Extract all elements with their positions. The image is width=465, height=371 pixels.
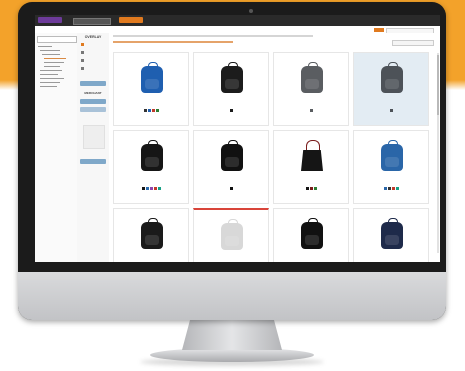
- color-swatches: [274, 109, 348, 112]
- preview-image: [83, 125, 105, 149]
- tree-item[interactable]: [40, 50, 60, 52]
- backpack-image[interactable]: [141, 218, 163, 249]
- nav-item-users[interactable]: [81, 67, 107, 70]
- people-icon: [81, 67, 84, 70]
- tree-item[interactable]: [40, 78, 64, 80]
- backpack-image[interactable]: [381, 218, 403, 249]
- camera-icon: [249, 9, 253, 13]
- box-icon: [81, 43, 84, 46]
- product-card[interactable]: [113, 208, 189, 262]
- tree-item[interactable]: [40, 70, 62, 72]
- monitor-stand: [182, 320, 282, 350]
- color-swatch[interactable]: [149, 187, 153, 190]
- tree-item-selected[interactable]: [44, 58, 66, 60]
- product-card[interactable]: [193, 52, 269, 126]
- color-swatch[interactable]: [155, 109, 159, 112]
- backpack-image[interactable]: [301, 62, 323, 93]
- primary-button[interactable]: [119, 17, 143, 23]
- color-swatch[interactable]: [309, 187, 313, 190]
- nav-title: OVERLAY: [84, 35, 102, 39]
- app-logo: [38, 17, 62, 23]
- backpack-image[interactable]: [301, 218, 323, 249]
- product-card[interactable]: [273, 208, 349, 262]
- filter-tag[interactable]: [374, 27, 384, 32]
- color-swatches: [354, 187, 428, 190]
- backpack-image[interactable]: [141, 140, 163, 171]
- color-swatches: [114, 109, 188, 112]
- color-swatches: [194, 109, 268, 112]
- breadcrumb: [113, 35, 313, 37]
- product-content: [109, 33, 440, 262]
- color-swatch[interactable]: [147, 109, 151, 112]
- product-grid: [113, 52, 435, 262]
- backpack-image[interactable]: [221, 140, 243, 171]
- color-swatches: [354, 109, 428, 112]
- product-card[interactable]: [353, 208, 429, 262]
- product-card[interactable]: [353, 130, 429, 204]
- color-swatch[interactable]: [313, 187, 317, 190]
- category-tree: [35, 33, 78, 262]
- catalog-select[interactable]: [73, 17, 111, 25]
- tree-item[interactable]: [38, 46, 52, 48]
- tree-item[interactable]: [44, 66, 60, 68]
- scrollbar-thumb[interactable]: [437, 55, 439, 115]
- product-card[interactable]: [113, 130, 189, 204]
- backpack-image[interactable]: [141, 62, 163, 93]
- app-screen: OVERLAY MERCHANT: [35, 15, 440, 262]
- color-swatch[interactable]: [141, 187, 145, 190]
- color-swatches: [114, 187, 188, 190]
- backpack-image[interactable]: [221, 219, 243, 250]
- tree-item[interactable]: [40, 82, 60, 84]
- sort-select[interactable]: [392, 40, 434, 46]
- color-swatches: [274, 187, 348, 190]
- monitor-chin: [18, 272, 446, 320]
- top-bar: [35, 15, 440, 26]
- merchant-option[interactable]: [80, 107, 106, 112]
- product-card[interactable]: [353, 52, 429, 126]
- color-swatches: [194, 187, 268, 190]
- tag-icon: [81, 51, 84, 54]
- nav-item-products[interactable]: [81, 43, 107, 46]
- tote-bag-image[interactable]: [301, 140, 323, 171]
- backpack-image[interactable]: [221, 62, 243, 93]
- color-swatch[interactable]: [305, 187, 309, 190]
- color-swatch[interactable]: [395, 187, 399, 190]
- color-swatch[interactable]: [229, 187, 233, 190]
- tree-item[interactable]: [40, 86, 57, 88]
- tree-item[interactable]: [44, 62, 64, 64]
- color-swatch[interactable]: [145, 187, 149, 190]
- apply-button[interactable]: [80, 159, 106, 164]
- monitor-base: [150, 348, 314, 362]
- product-card[interactable]: [193, 130, 269, 204]
- color-swatch[interactable]: [229, 109, 233, 112]
- color-swatch[interactable]: [309, 109, 313, 112]
- backpack-image[interactable]: [381, 140, 403, 171]
- tree-search-input[interactable]: [37, 36, 77, 43]
- color-swatch[interactable]: [143, 109, 147, 112]
- color-swatch[interactable]: [383, 187, 387, 190]
- tree-item[interactable]: [40, 74, 58, 76]
- tree-item[interactable]: [42, 54, 60, 56]
- nav-action-button[interactable]: [80, 81, 106, 86]
- grid-icon: [81, 59, 84, 62]
- nav-section-title: MERCHANT: [84, 91, 102, 95]
- nav-item-views[interactable]: [81, 59, 107, 62]
- color-swatch[interactable]: [157, 187, 161, 190]
- color-swatch[interactable]: [153, 187, 157, 190]
- color-swatch[interactable]: [387, 187, 391, 190]
- view-toolbar[interactable]: [113, 41, 233, 43]
- side-nav: OVERLAY MERCHANT: [77, 33, 110, 262]
- product-card[interactable]: [193, 208, 269, 262]
- color-swatch[interactable]: [389, 109, 393, 112]
- product-card[interactable]: [273, 130, 349, 204]
- color-swatch[interactable]: [151, 109, 155, 112]
- nav-item-attributes[interactable]: [81, 51, 107, 54]
- product-card[interactable]: [113, 52, 189, 126]
- merchant-button[interactable]: [80, 99, 106, 104]
- backpack-image[interactable]: [381, 62, 403, 93]
- color-swatch[interactable]: [391, 187, 395, 190]
- product-card[interactable]: [273, 52, 349, 126]
